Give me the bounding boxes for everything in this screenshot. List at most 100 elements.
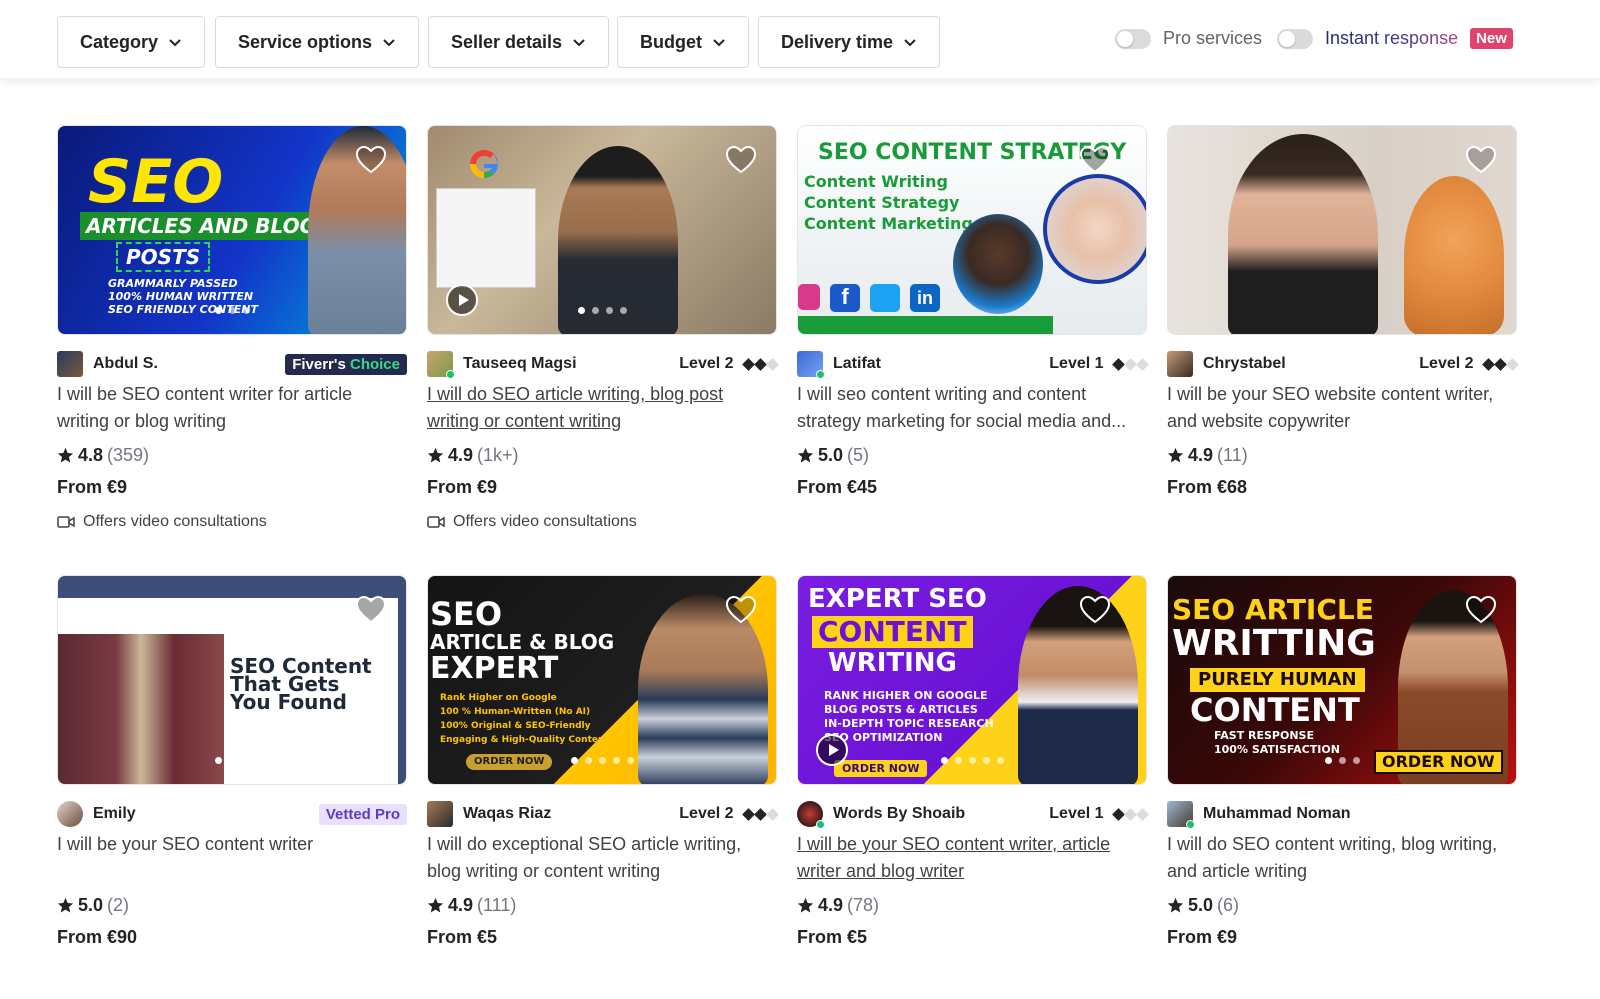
gig-card[interactable]: SEO ARTICLE WRITTING PURELY HUMAN CONTEN… <box>1167 575 1517 953</box>
gig-title[interactable]: I will do exceptional SEO article writin… <box>427 831 777 885</box>
carousel-dots[interactable] <box>428 757 776 764</box>
carousel-dots[interactable] <box>58 757 406 764</box>
gig-title[interactable]: I will be your SEO website content write… <box>1167 381 1517 435</box>
video-camera-icon <box>57 516 75 528</box>
pro-services-toggle[interactable] <box>1115 28 1151 49</box>
heart-icon[interactable] <box>1466 596 1496 624</box>
rating-count: (5) <box>847 444 870 465</box>
carousel-dots[interactable] <box>58 307 406 314</box>
heart-icon[interactable] <box>726 146 756 174</box>
heart-icon[interactable] <box>356 596 386 624</box>
linkedin-icon: in <box>910 284 940 312</box>
heart-icon[interactable] <box>1466 146 1496 174</box>
gig-thumbnail[interactable]: SEO Content That Gets You Found <box>57 575 407 785</box>
thumb-text: 100% SATISFACTION <box>1214 743 1340 756</box>
seller-details-filter-button[interactable]: Seller details <box>428 16 610 68</box>
video-camera-icon <box>427 516 445 528</box>
gig-thumbnail[interactable] <box>1167 125 1517 335</box>
video-consultation: Offers video consultations <box>427 511 777 533</box>
gig-price: From €68 <box>1167 477 1248 497</box>
gig-title[interactable]: I will do SEO article writing, blog post… <box>427 381 777 435</box>
service-options-filter-button[interactable]: Service options <box>215 16 420 68</box>
thumb-text: WRITTING <box>1172 623 1376 664</box>
gig-price: From €5 <box>797 927 868 947</box>
rating-count: (1k+) <box>477 444 519 465</box>
gig-thumbnail[interactable] <box>427 125 777 335</box>
heart-icon[interactable] <box>356 146 386 174</box>
budget-filter-button[interactable]: Budget <box>617 16 749 68</box>
avatar[interactable] <box>797 351 825 379</box>
carousel-dots[interactable] <box>428 307 776 314</box>
gig-thumbnail[interactable]: SEO ARTICLE WRITTING PURELY HUMAN CONTEN… <box>1167 575 1517 785</box>
star-icon <box>57 897 74 912</box>
budget-filter-label: Budget <box>640 31 702 52</box>
thumb-text: IN-DEPTH TOPIC RESEARCH <box>824 717 994 730</box>
seller-level-label: Level 2 <box>679 805 734 822</box>
badge-text: Choice <box>349 355 400 373</box>
gig-thumbnail[interactable]: SEO CONTENT STRATEGY Content Writing Con… <box>797 125 1147 335</box>
seller-name[interactable]: Muhammad Noman <box>1203 805 1517 823</box>
avatar[interactable] <box>1167 801 1195 829</box>
star-icon <box>1167 897 1184 912</box>
seller-row: Words By Shoaib Level 1 <box>797 801 1149 829</box>
gig-card[interactable]: SEO ARTICLES AND BLOG POSTS GRAMMARLY PA… <box>57 125 407 533</box>
gig-card[interactable]: SEO Content That Gets You Found Emily Ve… <box>57 575 407 953</box>
seller-name[interactable]: Chrystabel <box>1203 355 1419 373</box>
gig-title[interactable]: I will be your SEO content writer <box>57 831 407 885</box>
seller-name[interactable]: Latifat <box>833 355 1049 373</box>
seller-photo <box>1228 134 1378 334</box>
gig-title[interactable]: I will seo content writing and content s… <box>797 381 1147 435</box>
gig-thumbnail[interactable]: EXPERT SEO CONTENT WRITING RANK HIGHER O… <box>797 575 1147 785</box>
thumb-text: 100 % Human-Written (No AI) <box>440 707 591 717</box>
thumb-text: WRITING <box>828 648 957 678</box>
heart-icon[interactable] <box>1080 146 1110 174</box>
thumb-text: SEO ARTICLE <box>1172 593 1374 626</box>
gig-price: From €9 <box>1167 927 1238 947</box>
gig-card[interactable]: SEO CONTENT STRATEGY Content Writing Con… <box>797 125 1149 503</box>
carousel-dots[interactable] <box>798 757 1146 764</box>
seller-name[interactable]: Tauseeq Magsi <box>463 355 679 373</box>
avatar[interactable] <box>57 801 83 827</box>
gig-card[interactable]: EXPERT SEO CONTENT WRITING RANK HIGHER O… <box>797 575 1149 953</box>
online-indicator <box>446 370 455 379</box>
facebook-icon: f <box>830 284 860 312</box>
badge-text: Fiverr's <box>292 355 346 373</box>
star-icon <box>1167 447 1184 462</box>
service-options-filter-label: Service options <box>238 31 373 52</box>
gig-title[interactable]: I will be your SEO content writer, artic… <box>797 831 1147 885</box>
category-filter-button[interactable]: Category <box>57 16 206 68</box>
google-logo-icon <box>470 149 499 179</box>
heart-icon[interactable] <box>1080 596 1110 624</box>
rating: 4.8 (359) <box>57 443 407 467</box>
avatar[interactable] <box>427 801 453 827</box>
gig-thumbnail[interactable]: SEO ARTICLES AND BLOG POSTS GRAMMARLY PA… <box>57 125 407 335</box>
gig-card[interactable]: Tauseeq Magsi Level 2 I will do SEO arti… <box>427 125 779 533</box>
gig-card[interactable]: Chrystabel Level 2 I will be your SEO we… <box>1167 125 1519 503</box>
thumb-text: Content Writing <box>804 172 948 191</box>
seller-row: Abdul S. Fiverr's Choice <box>57 351 407 377</box>
delivery-time-filter-button[interactable]: Delivery time <box>758 16 941 68</box>
gig-thumbnail[interactable]: SEO ARTICLE & BLOG EXPERT Rank Higher on… <box>427 575 777 785</box>
seller-name[interactable]: Words By Shoaib <box>833 805 1049 823</box>
gig-card[interactable]: SEO ARTICLE & BLOG EXPERT Rank Higher on… <box>427 575 779 953</box>
seller-level-label: Level 2 <box>679 355 734 372</box>
thumb-text: You Found <box>230 690 347 714</box>
thumb-text: RANK HIGHER ON GOOGLE <box>824 689 988 702</box>
avatar[interactable] <box>1167 351 1193 377</box>
avatar[interactable] <box>427 351 455 379</box>
avatar[interactable] <box>57 351 83 377</box>
gig-title[interactable]: I will be SEO content writer for article… <box>57 381 407 435</box>
rating: 5.0 (6) <box>1167 893 1517 917</box>
seller-name[interactable]: Abdul S. <box>93 355 285 373</box>
thumb-text: EXPERT <box>430 651 559 686</box>
seller-name[interactable]: Waqas Riaz <box>463 805 679 823</box>
seller-row: Emily Vetted Pro <box>57 801 407 827</box>
seller-name[interactable]: Emily <box>93 805 319 823</box>
avatar[interactable] <box>797 801 825 829</box>
online-indicator <box>816 820 825 829</box>
carousel-dots[interactable] <box>1168 757 1516 764</box>
gig-title[interactable]: I will do SEO content writing, blog writ… <box>1167 831 1517 885</box>
heart-icon[interactable] <box>726 596 756 624</box>
instant-response-toggle[interactable] <box>1277 28 1313 49</box>
chevron-down-icon <box>713 39 725 47</box>
